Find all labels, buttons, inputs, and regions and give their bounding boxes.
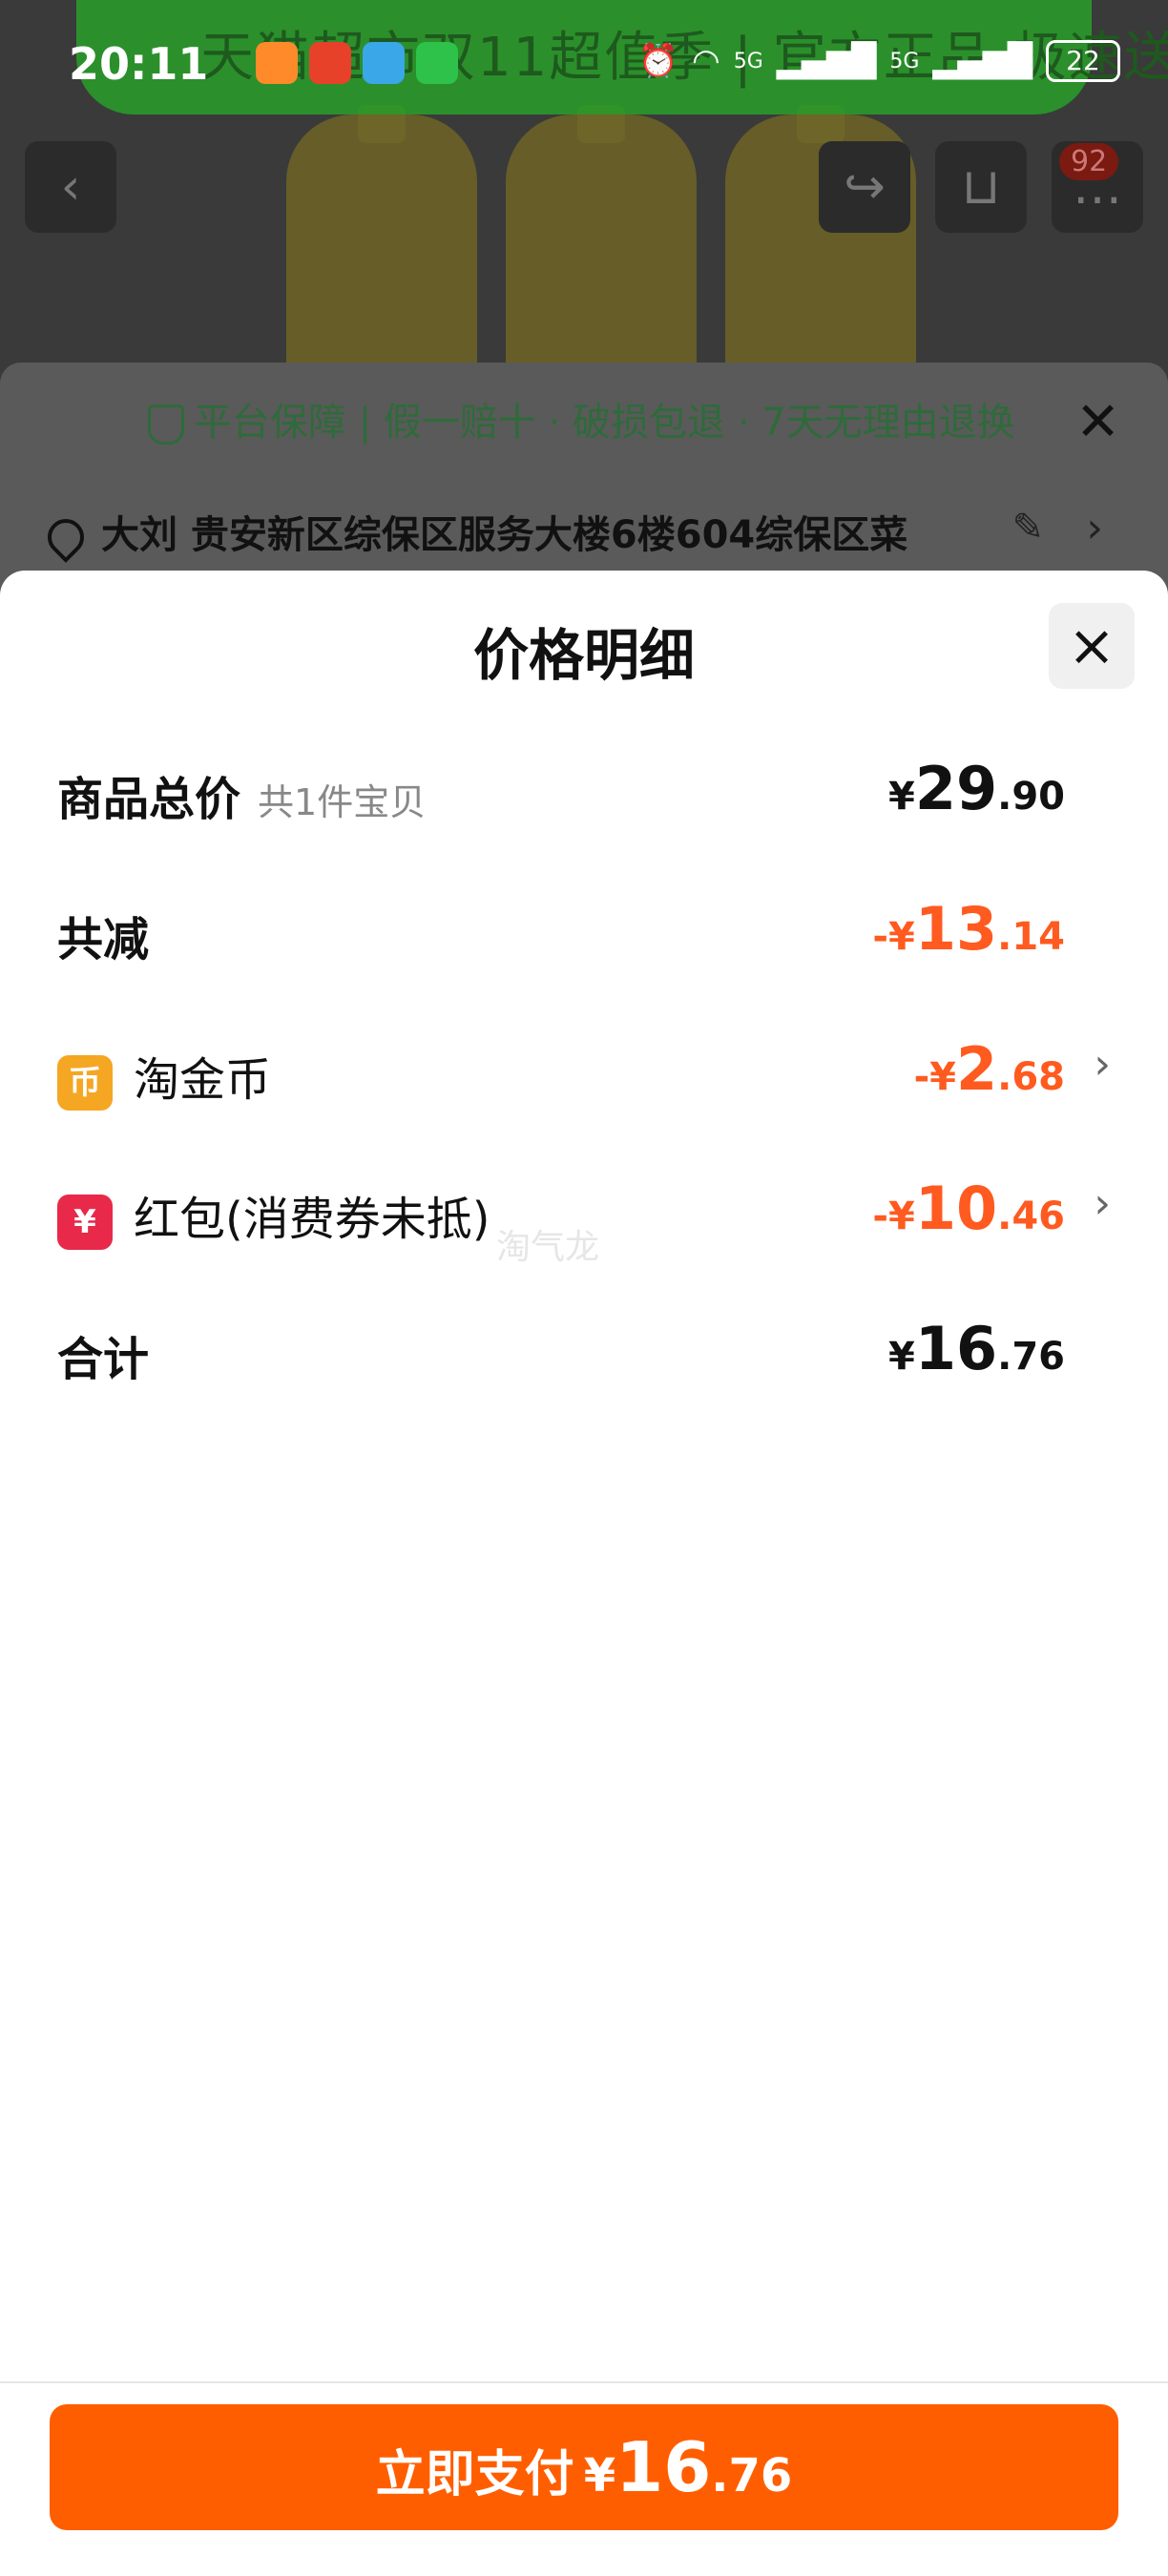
pay-now-button[interactable]: 立即支付 ¥16.76 (50, 2404, 1118, 2530)
edit-icon[interactable]: ✎ (1012, 506, 1044, 550)
notification-app-icon (309, 42, 351, 84)
row-sum: 合计 ¥16.76 (57, 1310, 1111, 1386)
chevron-right-icon[interactable]: › (1086, 504, 1103, 552)
signal-5g-label-2: 5G (889, 49, 920, 73)
share-icon[interactable]: ↪ (819, 141, 910, 233)
sum-amount: ¥16.76 (888, 1314, 1065, 1383)
taojinbi-amount: -¥2.68 (914, 1034, 1065, 1104)
status-right: ⏰ ◠ 5G ▂▄▆█ 5G ▂▄▆█ 22 (638, 40, 1120, 82)
amount-dec: .76 (997, 1335, 1065, 1379)
amount-int: 29 (914, 754, 998, 823)
goods-count: 共1件宝贝 (258, 781, 427, 823)
currency-symbol: ¥ (583, 2449, 616, 2503)
status-bar: 20:11 ⏰ ◠ 5G ▂▄▆█ 5G ▂▄▆█ 22 (0, 29, 1168, 105)
amount-int: 16 (914, 1314, 998, 1383)
sum-label: 合计 (57, 1333, 150, 1386)
guarantee-text: 平台保障 | 假一赔十 · 破损包退 · 7天无理由退换 (194, 401, 1015, 445)
address-text: 大刘 贵安新区综保区服务大楼6楼604综保区菜 (101, 513, 908, 557)
amount-int: 13 (914, 894, 998, 964)
goods-total-amount: ¥29.90 (888, 754, 1065, 823)
reduction-label: 共减 (57, 913, 150, 966)
cart-badge: 92 (1059, 143, 1119, 180)
status-time: 20:11 (69, 38, 209, 90)
signal-5g-label: 5G (733, 49, 763, 73)
amount-int: 16 (615, 2427, 712, 2507)
amount-dec: .68 (997, 1055, 1065, 1099)
price-detail-sheet: 价格明细 × 商品总价 共1件宝贝 ¥29.90 共减 -¥13.14 币淘金币 … (0, 571, 1168, 2576)
currency-symbol: -¥ (872, 915, 915, 959)
signal-icon-2: ▂▄▆█ (932, 42, 1032, 80)
notification-app-icon (363, 42, 405, 84)
currency-symbol: ¥ (888, 775, 915, 819)
back-button[interactable]: ‹ (25, 141, 116, 233)
red-packet-amount: -¥10.46 (872, 1174, 1065, 1243)
coin-icon: 币 (57, 1055, 113, 1111)
close-button[interactable]: × (1049, 603, 1135, 689)
battery-icon: 22 (1046, 40, 1120, 82)
amount-int: 2 (956, 1034, 998, 1104)
signal-icon: ▂▄▆█ (776, 42, 877, 80)
sheet-title: 价格明细 (472, 623, 695, 688)
alarm-icon: ⏰ (637, 42, 679, 80)
shield-icon (148, 405, 184, 445)
currency-symbol: -¥ (872, 1195, 915, 1238)
amount-int: 10 (914, 1174, 998, 1243)
amount-dec: .46 (997, 1195, 1065, 1238)
taojinbi-label: 淘金币 (134, 1053, 272, 1107)
red-packet-icon: ¥ (57, 1195, 113, 1250)
wifi-icon: ◠ (692, 42, 720, 80)
goods-total-label-wrap: 商品总价 共1件宝贝 (57, 761, 426, 828)
currency-symbol: ¥ (888, 1335, 915, 1379)
row-total-reduction: 共减 -¥13.14 (57, 890, 1111, 966)
row-goods-total: 商品总价 共1件宝贝 ¥29.90 (57, 750, 1111, 826)
taojinbi-label-wrap: 币淘金币 (57, 1042, 271, 1111)
cart-icon[interactable]: ⊔ (935, 141, 1027, 233)
location-pin-icon (40, 511, 92, 563)
row-taojinbi[interactable]: 币淘金币 -¥2.68 › (57, 1030, 1111, 1111)
chevron-right-icon[interactable]: › (1094, 1040, 1111, 1089)
amount-dec: .76 (711, 2449, 793, 2503)
reduction-amount: -¥13.14 (872, 894, 1065, 964)
amount-dec: .14 (997, 915, 1065, 959)
pay-button-label: 立即支付 (375, 2446, 574, 2503)
red-packet-label-wrap: ¥ 红包(消费券未抵) (57, 1181, 490, 1250)
chevron-right-icon[interactable]: › (1094, 1179, 1111, 1228)
currency-symbol: -¥ (913, 1055, 956, 1099)
guarantee-bar: 平台保障 | 假一赔十 · 破损包退 · 7天无理由退换 (148, 391, 1015, 447)
goods-total-label: 商品总价 (57, 773, 241, 826)
address-row[interactable]: 大刘 贵安新区综保区服务大楼6楼604综保区菜 (40, 504, 908, 563)
wechat-icon (416, 42, 458, 84)
divider (0, 2381, 1168, 2383)
close-icon[interactable]: ✕ (1075, 391, 1120, 453)
amount-dec: .90 (997, 775, 1065, 819)
red-packet-label: 红包(消费券未抵) (134, 1193, 490, 1246)
notification-app-icon (256, 42, 298, 84)
watermark: 淘气龙 (496, 1228, 600, 1267)
